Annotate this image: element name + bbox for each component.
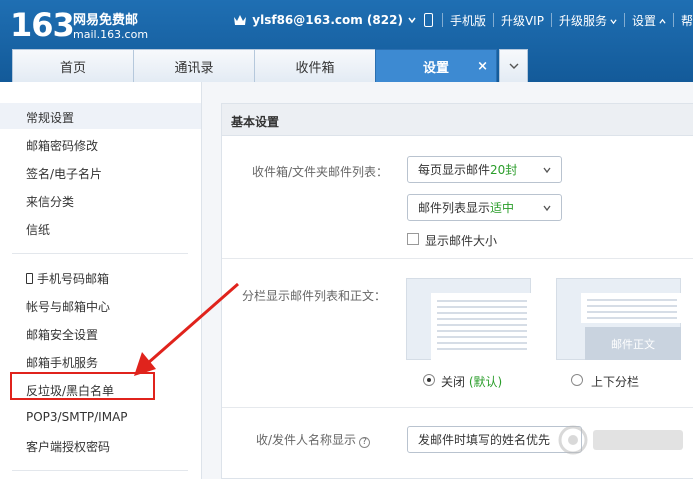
list-lines-icon	[437, 300, 527, 350]
list-display-prefix: 邮件列表显示	[418, 201, 491, 215]
phone-icon[interactable]	[423, 13, 433, 27]
user-account[interactable]: ylsf86@163.com (822)	[252, 13, 403, 27]
sidebar-item-phone-mailbox[interactable]: 手机号码邮箱	[26, 270, 109, 287]
per-page-select[interactable]: 每页显示邮件 20封	[407, 156, 562, 183]
sidebar-divider	[12, 253, 188, 254]
section-divider	[222, 407, 693, 408]
upgrade-service-label: 升级服务	[558, 13, 607, 28]
divider	[550, 13, 552, 27]
sidebar-item-label: 手机号码邮箱	[37, 272, 110, 286]
name-display-label: 收/发件人名称显示	[256, 433, 357, 447]
settings-main: 基本设置 收件箱/文件夹邮件列表： 每页显示邮件 20封 邮件列表显示 适中 显示邮…	[202, 82, 693, 479]
chevron-down-icon	[543, 167, 551, 174]
chevron-down-icon	[509, 63, 518, 69]
tab-bar: 首页 通讯录 收件箱 设置 ×	[12, 49, 528, 82]
settings-label: 设置	[631, 13, 656, 28]
tab-settings[interactable]: 设置 ×	[375, 49, 497, 82]
help-icon[interactable]: ?	[359, 437, 371, 448]
list-lines-icon	[587, 299, 677, 319]
sidebar-item-stationery[interactable]: 信纸	[26, 221, 50, 238]
chevron-down-icon[interactable]	[408, 16, 416, 24]
help-link[interactable]: 帮	[681, 12, 693, 29]
basic-settings-panel: 基本设置 收件箱/文件夹邮件列表： 每页显示邮件 20封 邮件列表显示 适中 显示邮…	[221, 103, 693, 479]
chevron-down-icon	[610, 18, 617, 24]
top-toolbar: ylsf86@163.com (822) 手机版 升级VIP 升级服务 设置 帮	[233, 10, 693, 30]
sidebar-item-mobile-service[interactable]: 邮箱手机服务	[26, 354, 98, 371]
show-size-label: 显示邮件大小	[425, 234, 498, 248]
split-vertical-label: 上下分栏	[591, 375, 640, 389]
section-divider	[222, 258, 693, 259]
split-view-label: 分栏显示邮件列表和正文：	[242, 289, 387, 303]
panel-header: 基本设置	[222, 104, 693, 136]
list-setting-label: 收件箱/文件夹邮件列表：	[252, 165, 389, 179]
list-display-value: 适中	[490, 201, 515, 215]
name-display-select[interactable]: 发邮件时填写的姓名优先	[407, 426, 582, 453]
split-vertical-radio[interactable]	[571, 374, 583, 386]
settings-sidebar: 常规设置 邮箱密码修改 签名/电子名片 来信分类 信纸 手机号码邮箱 帐号与邮箱…	[0, 82, 202, 479]
divider	[441, 13, 443, 27]
divider	[623, 13, 625, 27]
crown-icon	[234, 15, 247, 25]
name-display-value: 发邮件时填写的姓名优先	[418, 433, 551, 447]
sidebar-item-password[interactable]: 邮箱密码修改	[26, 137, 98, 154]
per-page-prefix: 每页显示邮件	[418, 163, 491, 177]
tab-more-button[interactable]	[499, 49, 528, 82]
phone-icon	[26, 273, 33, 284]
logo-title: 网易免费邮	[73, 13, 139, 28]
sidebar-divider	[12, 470, 188, 471]
tab-home[interactable]: 首页	[12, 49, 134, 82]
upgrade-service-menu[interactable]: 升级服务	[559, 12, 617, 29]
sidebar-item-client-auth[interactable]: 客户端授权密码	[26, 438, 110, 455]
preview-no-split[interactable]	[406, 278, 531, 360]
sidebar-item-signature[interactable]: 签名/电子名片	[26, 165, 102, 182]
highlight-box	[10, 372, 155, 400]
sidebar-item-general[interactable]: 常规设置	[26, 109, 74, 126]
tab-contacts[interactable]: 通讯录	[133, 49, 255, 82]
name-display-label-wrap: 收/发件人名称显示?	[256, 431, 371, 448]
logo-domain: mail.163.com	[73, 28, 149, 41]
preview-body-area: 邮件正文	[585, 327, 681, 360]
chevron-up-icon	[659, 18, 666, 24]
sidebar-item-account-center[interactable]: 帐号与邮箱中心	[26, 298, 110, 315]
close-icon[interactable]: ×	[477, 59, 488, 74]
section-title: 基本设置	[231, 115, 280, 129]
divider	[672, 13, 674, 27]
sidebar-item-pop3[interactable]: POP3/SMTP/IMAP	[26, 410, 128, 424]
list-display-select[interactable]: 邮件列表显示 适中	[407, 194, 562, 221]
sidebar-item-filter[interactable]: 来信分类	[26, 193, 74, 210]
default-note: (默认)	[468, 375, 503, 389]
divider	[492, 13, 494, 27]
tab-inbox[interactable]: 收件箱	[254, 49, 376, 82]
preview-split[interactable]: 邮件正文	[556, 278, 681, 360]
split-off-label: 关闭 (默认)	[441, 373, 502, 390]
split-off-text: 关闭	[441, 375, 466, 389]
mobile-version-link[interactable]: 手机版	[450, 12, 486, 29]
logo-number[interactable]: 163	[10, 6, 75, 44]
upgrade-vip-link[interactable]: 升级VIP	[501, 12, 544, 29]
per-page-value: 20封	[490, 163, 518, 177]
show-size-checkbox[interactable]	[407, 233, 419, 245]
split-off-radio[interactable]	[423, 374, 435, 386]
sidebar-item-security[interactable]: 邮箱安全设置	[26, 326, 98, 343]
settings-menu[interactable]: 设置	[632, 12, 666, 29]
chevron-down-icon	[543, 205, 551, 212]
tab-settings-label: 设置	[422, 60, 449, 76]
